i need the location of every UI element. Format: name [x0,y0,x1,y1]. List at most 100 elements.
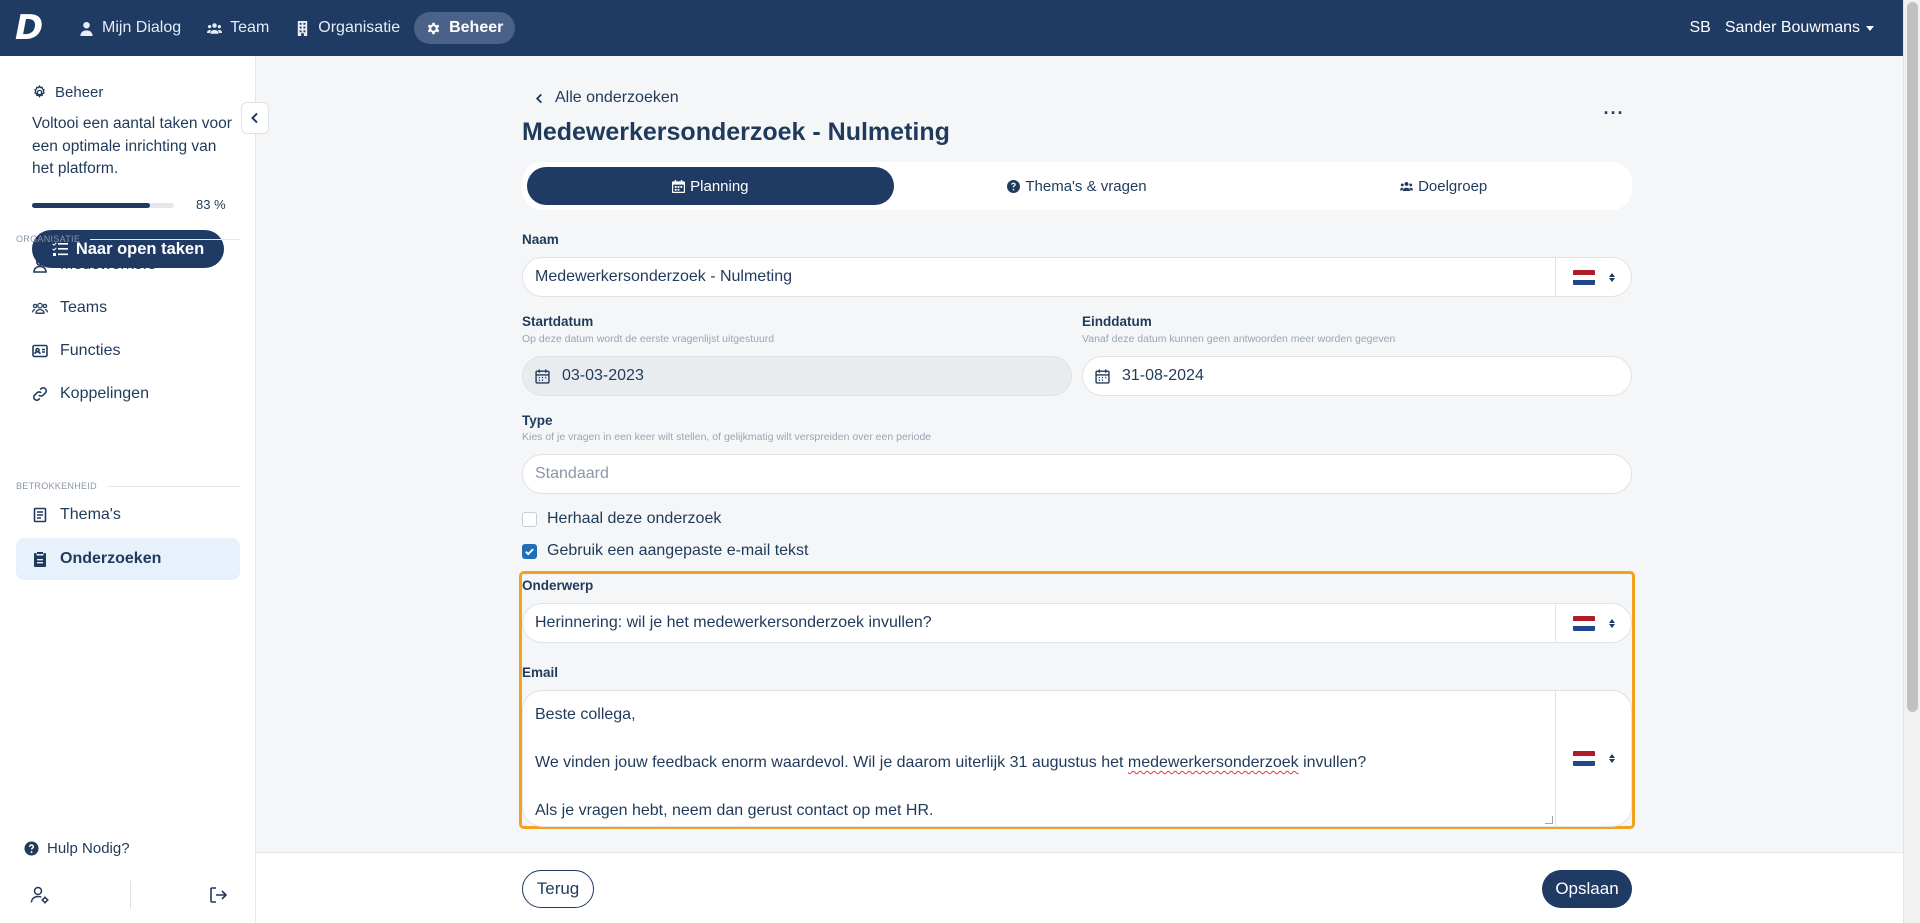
help-label: Hulp Nodig? [47,840,130,857]
dialog-logo[interactable]: D [15,11,47,45]
email-line-body: We vinden jouw feedback enorm waardevol.… [535,751,1543,775]
type-select[interactable]: Standaard [522,454,1632,494]
setup-progress-bar [32,203,174,208]
custom-email-checkbox[interactable] [522,543,537,559]
end-date-field[interactable]: 31-08-2024 [1082,356,1632,396]
help-link[interactable]: Hulp Nodig? [24,840,130,857]
section-betrokkenheid: BETROKKENHEID [16,481,240,491]
language-select[interactable] [1555,258,1631,296]
start-date-field[interactable]: 03-03-2023 [522,356,1072,396]
subject-label: Onderwerp [522,578,594,593]
tab-planning[interactable]: Planning [527,167,894,205]
tab-themas-vragen[interactable]: Thema's & vragen [894,167,1261,205]
progress-fill [32,203,150,208]
sidebar-item-medewerkers[interactable]: Medewerkers [16,244,240,286]
section-label: ORGANISATIE [16,234,81,244]
question-circle-icon [1007,179,1021,193]
link-icon [33,387,47,401]
email-line-empty [535,727,1543,751]
book-icon [33,507,47,523]
email-text-part: invullen? [1298,754,1367,771]
save-button[interactable]: Opslaan [1542,870,1632,908]
nav-beheer[interactable]: Beheer [414,12,516,44]
sort-arrows-icon [1608,272,1615,282]
email-text-part: We vinden jouw feedback enorm waardevol.… [535,754,1128,771]
custom-email-checkbox-row[interactable]: Gebruik een aangepaste e-mail tekst [522,542,808,560]
setup-intro-text: Voltooi een aantal taken voor een optima… [32,115,232,177]
more-options-button[interactable]: ··· [1599,98,1629,128]
spellcheck-word: medewerkersonderzoek [1127,754,1299,771]
resize-handle-icon[interactable] [1545,816,1553,824]
question-circle-icon [24,841,39,856]
nav-label: Team [230,19,270,36]
id-card-icon [32,344,48,358]
email-label: Email [522,665,559,680]
name-label: Naam [522,232,559,247]
back-to-surveys-link[interactable]: Alle onderzoeken [534,89,679,107]
tab-label: Doelgroep [1418,177,1488,195]
checkmark-icon [525,547,534,555]
sort-arrows-icon [1608,618,1615,628]
sidebar-header-label: Beheer [55,84,104,101]
email-line-greeting: Beste collega, [535,706,636,723]
sidebar-item-label: Thema's [60,506,121,523]
page-title: Medewerkersonderzoek - Nulmeting [522,118,950,146]
main-content: Alle onderzoeken Medewerkersonderzoek - … [256,56,1903,923]
building-icon [298,20,308,36]
email-body-text[interactable]: Beste collega, We vinden jouw feedback e… [523,691,1555,826]
name-value: Medewerkersonderzoek - Nulmeting [535,268,792,285]
start-date-label: Startdatum [522,314,594,329]
type-label: Type [522,413,553,428]
page-scrollbar[interactable] [1903,0,1920,923]
sidebar-item-onderzoeken[interactable]: Onderzoeken [16,538,240,580]
gear-icon [427,22,440,34]
user-settings-icon[interactable] [30,885,50,905]
start-date-value: 03-03-2023 [562,367,644,384]
sidebar-item-themas[interactable]: Thema's [16,494,240,536]
sidebar-item-label: Koppelingen [60,385,149,402]
tab-bar: Planning Thema's & vragen Doelgroep [522,162,1632,210]
language-select[interactable] [1555,604,1631,642]
sidebar-item-koppelingen[interactable]: Koppelingen [16,373,240,415]
repeat-survey-checkbox-row[interactable]: Herhaal deze onderzoek [522,510,721,528]
user-icon [80,21,93,36]
end-date-value: 31-08-2024 [1122,367,1204,384]
user-initials: SB [1689,19,1711,36]
user-area: SB Sander Bouwmans [1689,0,1874,56]
setup-progress-label: 83 % [196,197,226,212]
start-date-hint: Op deze datum wordt de eerste vragenlijs… [522,333,775,345]
sidebar-item-label: Functies [60,342,121,359]
clipboard-icon [34,552,46,567]
tab-doelgroep[interactable]: Doelgroep [1260,167,1627,205]
subject-field[interactable]: Herinnering: wil je het medewerkersonder… [522,603,1632,643]
repeat-survey-checkbox[interactable] [522,511,537,527]
back-button[interactable]: Terug [522,870,594,908]
netherlands-flag-icon [1572,615,1595,631]
section-label: BETROKKENHEID [16,481,97,491]
sidebar-item-label: Onderzoeken [60,550,162,567]
calendar-icon [1095,369,1110,384]
tab-label: Thema's & vragen [1025,177,1147,195]
sidebar-item-functies[interactable]: Functies [16,330,240,372]
email-body-field[interactable]: Beste collega, We vinden jouw feedback e… [522,690,1632,827]
calendar-icon [672,179,686,193]
email-line-empty [535,775,1543,799]
repeat-survey-label: Herhaal deze onderzoek [547,510,722,527]
nav-label: Organisatie [318,19,401,36]
subject-value: Herinnering: wil je het medewerkersonder… [535,614,932,631]
language-select[interactable] [1555,691,1631,826]
chevron-left-icon [535,93,542,103]
nav-mijn-dialog[interactable]: Mijn Dialog [67,12,193,44]
nav-team[interactable]: Team [195,12,281,44]
netherlands-flag-icon [1572,269,1595,285]
name-field[interactable]: Medewerkersonderzoek - Nulmeting [522,257,1632,297]
sidebar-item-teams[interactable]: Teams [16,287,240,329]
top-navigation-bar: D Mijn Dialog Team Organisatie Beheer SB… [0,0,1920,56]
user-menu-dropdown[interactable]: Sander Bouwmans [1725,19,1874,37]
users-icon [32,302,48,314]
scrollbar-thumb[interactable] [1907,2,1918,712]
gear-outline-icon [34,85,45,98]
nav-organisatie[interactable]: Organisatie [283,12,412,44]
nav-label: Beheer [449,19,504,36]
logout-icon[interactable] [208,885,228,905]
